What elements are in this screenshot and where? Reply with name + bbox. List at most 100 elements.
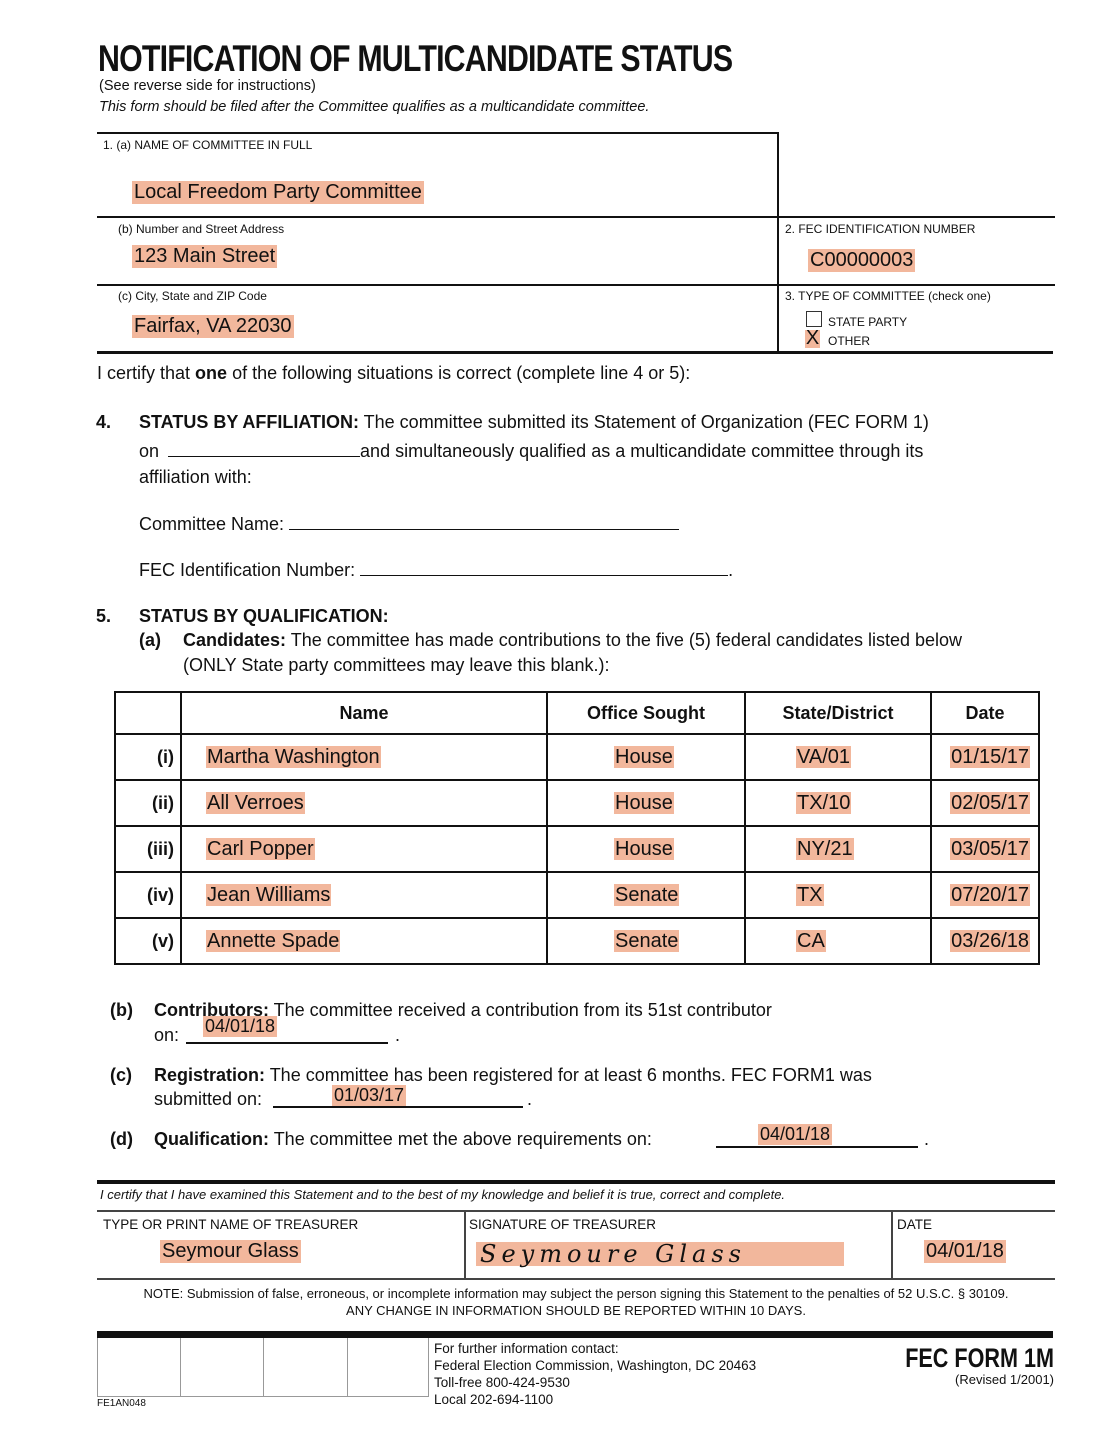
divider	[777, 132, 779, 352]
section-5c-line1: Registration: The committee has been reg…	[154, 1065, 872, 1086]
section-5b-text: The committee received a contribution fr…	[268, 1000, 772, 1020]
form-subtitle: (See reverse side for instructions)	[99, 78, 316, 94]
column-header-date: Date	[930, 691, 1040, 735]
registration-date-field[interactable]: 01/03/17	[332, 1085, 407, 1106]
section-4-text: and simultaneously qualified as a multic…	[360, 441, 924, 461]
form-revision: (Revised 1/2001)	[955, 1372, 1054, 1387]
column-header-office: Office Sought	[546, 691, 746, 735]
table-header-row: Name Office Sought State/District Date	[114, 691, 1040, 735]
contribution-date-field[interactable]: 07/20/17	[950, 883, 1030, 906]
section-4-text: The committee submitted its Statement of…	[358, 412, 929, 432]
section-5d-letter: (d)	[110, 1129, 133, 1149]
divider	[891, 1210, 893, 1278]
signature-label: SIGNATURE OF TREASURER	[469, 1217, 657, 1232]
section-5c-letter: (c)	[110, 1065, 132, 1085]
other-checkbox[interactable]: X	[805, 328, 820, 348]
section-5d-line1: Qualification: The committee met the abo…	[154, 1129, 652, 1150]
contributor-date-underline	[186, 1042, 388, 1044]
office-sought-field[interactable]: House	[614, 837, 674, 860]
divider	[97, 1278, 1055, 1280]
column-header-name: Name	[180, 691, 548, 735]
signature-date-field[interactable]: 04/01/18	[924, 1240, 1006, 1263]
footer-divider	[97, 1331, 1053, 1338]
section-5b-end: .	[395, 1025, 401, 1045]
candidate-name-field[interactable]: Jean Williams	[206, 883, 332, 906]
treasurer-name-field[interactable]: Seymour Glass	[160, 1240, 301, 1263]
fec-id-field[interactable]: C00000003	[808, 249, 916, 272]
table-row: (ii) All Verroes House TX/10 02/05/17	[114, 779, 1040, 827]
office-sought-field[interactable]: House	[614, 791, 674, 814]
affiliated-fec-id-label: FEC Identification Number:	[139, 560, 356, 580]
state-district-field[interactable]: NY/21	[796, 837, 854, 860]
section-5a-letter: (a)	[139, 630, 161, 650]
box-divider	[263, 1338, 264, 1396]
row-number: (v)	[114, 917, 182, 965]
state-party-label: STATE PARTY	[828, 315, 908, 329]
city-state-zip-label: (c) City, State and ZIP Code	[118, 289, 267, 303]
box-divider	[347, 1338, 348, 1396]
section-5c-end: .	[527, 1089, 533, 1109]
section-4-number: 4.	[96, 412, 112, 432]
state-district-field[interactable]: TX/10	[796, 791, 852, 814]
divider	[464, 1210, 466, 1278]
candidate-name-field[interactable]: Annette Spade	[206, 929, 341, 952]
divider	[97, 216, 1055, 218]
table-row: (i) Martha Washington House VA/01 01/15/…	[114, 733, 1040, 781]
street-address-field[interactable]: 123 Main Street	[132, 245, 278, 268]
section-4-line1: STATUS BY AFFILIATION: The committee sub…	[139, 412, 929, 433]
treasurer-name-label: TYPE OR PRINT NAME OF TREASURER	[103, 1217, 359, 1232]
section-4-on-label: on	[139, 441, 160, 461]
other-label: OTHER	[828, 334, 870, 348]
divider	[97, 1210, 1055, 1212]
signature-field[interactable]: Seymoure Glass	[476, 1240, 844, 1268]
state-party-checkbox[interactable]	[806, 311, 822, 327]
affiliated-fec-id-row: FEC Identification Number: .	[139, 559, 734, 580]
contribution-date-field[interactable]: 03/05/17	[950, 837, 1030, 860]
section-4-heading: STATUS BY AFFILIATION:	[139, 412, 359, 432]
table-row: (iii) Carl Popper House NY/21 03/05/17	[114, 825, 1040, 873]
candidate-name-field[interactable]: All Verroes	[206, 791, 305, 814]
committee-name-field[interactable]: Local Freedom Party Committee	[132, 181, 424, 204]
office-sought-field[interactable]: Senate	[614, 883, 680, 906]
section-5b-on-label: on:	[154, 1025, 180, 1045]
state-district-field[interactable]: VA/01	[796, 745, 851, 768]
row-number: (iii)	[114, 825, 182, 873]
affiliated-committee-name-field[interactable]	[289, 513, 680, 530]
box-divider	[180, 1338, 181, 1396]
contribution-date-field[interactable]: 03/26/18	[950, 929, 1030, 952]
office-sought-field[interactable]: Senate	[614, 929, 680, 952]
section-5-heading: STATUS BY QUALIFICATION:	[139, 606, 389, 626]
state-district-field[interactable]: TX	[796, 883, 824, 906]
divider	[97, 132, 779, 134]
state-district-field[interactable]: CA	[796, 929, 826, 952]
qualification-date-field[interactable]: 04/01/18	[758, 1124, 833, 1145]
form-title: NOTIFICATION OF MULTICANDIDATE STATUS	[98, 38, 733, 79]
candidate-name-field[interactable]: Carl Popper	[206, 837, 315, 860]
certification-statement: I certify that I have examined this Stat…	[100, 1187, 786, 1202]
table-row: (iv) Jean Williams Senate TX 07/20/17	[114, 871, 1040, 919]
contact-line: Toll-free 800-424-9530	[434, 1375, 570, 1390]
signature-text: Seymoure Glass	[480, 1240, 746, 1268]
section-5-number: 5.	[96, 606, 112, 626]
candidate-name-field[interactable]: Martha Washington	[206, 745, 381, 768]
affiliation-date-field[interactable]	[168, 440, 361, 457]
certify-intro: I certify that one of the following situ…	[97, 363, 690, 384]
section-5a-heading: Candidates:	[183, 630, 287, 650]
office-use-boxes	[97, 1338, 429, 1397]
city-state-zip-field[interactable]: Fairfax, VA 22030	[132, 315, 294, 338]
divider	[97, 284, 1055, 286]
contribution-date-field[interactable]: 01/15/17	[950, 745, 1030, 768]
certify-intro-text: of the following situations is correct (…	[227, 363, 691, 383]
section-4-line3: affiliation with:	[139, 467, 252, 487]
date-label: DATE	[897, 1217, 933, 1232]
section-5a-line1: Candidates: The committee has made contr…	[183, 630, 962, 651]
contribution-date-field[interactable]: 02/05/17	[950, 791, 1030, 814]
column-header-number	[114, 691, 182, 735]
committee-type-label: 3. TYPE OF COMMITTEE (check one)	[785, 289, 991, 303]
contact-line: For further information contact:	[434, 1341, 619, 1356]
section-5d-text: The committee met the above requirements…	[269, 1129, 652, 1149]
affiliated-fec-id-field[interactable]	[360, 559, 729, 576]
contributor-date-field[interactable]: 04/01/18	[203, 1016, 278, 1037]
office-sought-field[interactable]: House	[614, 745, 674, 768]
row-number: (ii)	[114, 779, 182, 827]
